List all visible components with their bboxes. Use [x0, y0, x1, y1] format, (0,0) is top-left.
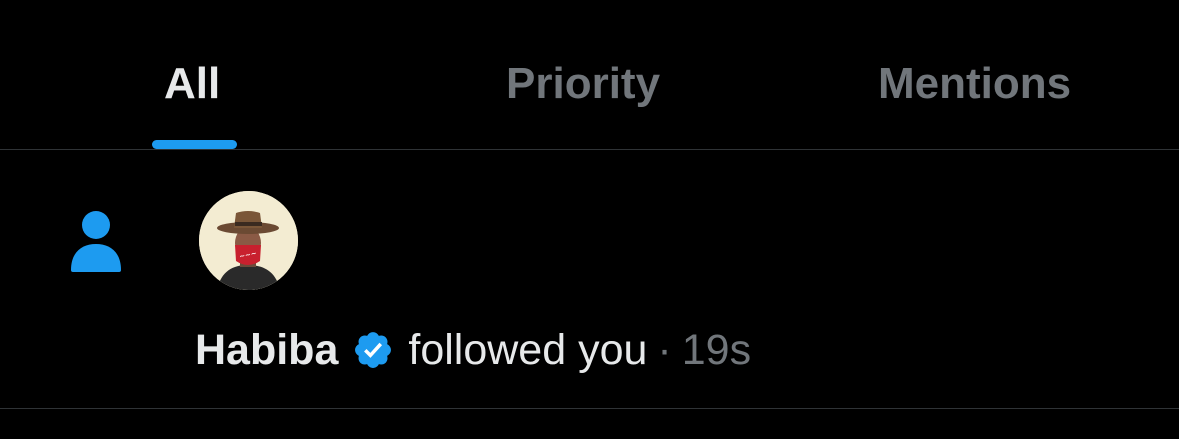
follow-notification[interactable]: ~~~ Habiba followed you · 19s [0, 150, 1179, 408]
avatar-illustration: ~~~ [199, 191, 298, 290]
tab-priority[interactable]: Priority [440, 0, 740, 149]
notification-divider [0, 408, 1179, 409]
tab-mentions-label: Mentions [878, 59, 1072, 108]
active-tab-indicator [152, 140, 237, 149]
user-name[interactable]: Habiba [195, 324, 338, 376]
user-avatar[interactable]: ~~~ [199, 191, 298, 290]
notification-text: Habiba followed you · 19s [195, 324, 751, 376]
tab-all-label: All [164, 59, 221, 108]
notification-timestamp: 19s [681, 326, 752, 374]
person-icon [71, 211, 121, 272]
tab-all[interactable]: All [120, 0, 270, 149]
tab-priority-label: Priority [506, 59, 661, 108]
notification-tabs: All Priority Mentions [0, 0, 1179, 149]
separator-dot: · [657, 326, 672, 374]
tab-mentions[interactable]: Mentions [840, 0, 1140, 149]
verified-badge-icon [355, 332, 392, 368]
notification-action: followed you [408, 326, 648, 374]
